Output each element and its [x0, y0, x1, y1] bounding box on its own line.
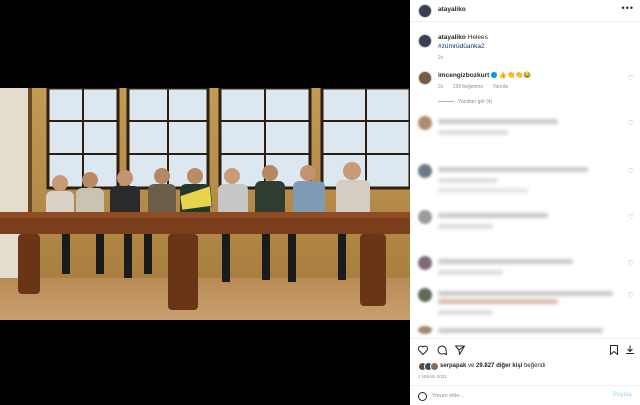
blurred-meta	[438, 188, 528, 193]
comment-heart-icon[interactable]: ♡	[628, 213, 634, 221]
emoji-icon[interactable]	[418, 392, 427, 401]
blurred-text	[438, 291, 613, 296]
comment-likes[interactable]: 159 beğenme	[453, 84, 484, 90]
commenter-username[interactable]: imcengizbozkurt	[438, 72, 489, 79]
comment-input[interactable]	[432, 390, 592, 402]
comment-heart-icon[interactable]: ♡	[628, 291, 634, 299]
comment-heart-icon[interactable]: ♡	[628, 259, 634, 267]
verified-icon	[491, 72, 498, 79]
likes-suffix: beğendi	[524, 363, 546, 369]
add-comment-bar: Paylaş	[410, 385, 640, 405]
commenter-avatar[interactable]	[418, 71, 432, 85]
blurred-meta	[438, 270, 503, 275]
author-username[interactable]: atayaliko	[438, 6, 466, 13]
comment-text: 👍👏👏😂	[498, 72, 532, 79]
post-photo[interactable]	[0, 88, 410, 320]
blurred-text	[438, 213, 548, 218]
blurred-avatar	[418, 256, 432, 270]
view-replies-button[interactable]: Yanıtları gör (4)	[438, 99, 492, 105]
post-side-panel: atayaliko ••• atayaliko Helees #zümrüdüa…	[410, 0, 640, 405]
share-icon[interactable]	[454, 344, 466, 356]
blurred-text	[438, 328, 603, 333]
ellipsis-icon[interactable]: •••	[622, 3, 634, 13]
blurred-text	[438, 259, 573, 264]
comment-icon[interactable]	[436, 344, 448, 356]
blurred-comment: ♡	[410, 210, 640, 244]
likes-connector: ve	[468, 363, 475, 369]
caption-time: 2s	[438, 55, 444, 61]
group-photo-image	[0, 88, 410, 320]
blurred-meta	[438, 178, 498, 183]
blurred-avatar	[418, 288, 432, 302]
caption-hashtag[interactable]: #zümrüdüanka2	[438, 43, 485, 50]
caption-avatar[interactable]	[418, 34, 432, 48]
bookmark-icon[interactable]	[608, 344, 620, 356]
caption-text: Helees	[467, 34, 488, 41]
instagram-post-modal: atayaliko ••• atayaliko Helees #zümrüdüa…	[0, 0, 640, 405]
post-actions-bar	[410, 338, 640, 358]
comment-heart-icon[interactable]: ♡	[628, 74, 634, 82]
post-comment-button[interactable]: Paylaş	[613, 392, 632, 398]
comment-heart-icon[interactable]: ♡	[628, 167, 634, 175]
blurred-comment: ♡	[410, 288, 640, 322]
download-icon[interactable]	[624, 344, 636, 356]
comment-line: imcengizbozkurt 👍👏👏😂	[438, 71, 531, 79]
blurred-text	[438, 299, 558, 304]
blurred-avatar	[418, 326, 432, 334]
post-date: 1 nisan 2021	[418, 374, 447, 379]
blurred-meta	[438, 130, 508, 135]
blurred-text	[438, 167, 588, 172]
author-avatar[interactable]	[418, 4, 432, 18]
likes-row: serpapak ve 29.827 diğer kişi beğendi	[410, 360, 640, 374]
likes-text[interactable]: serpapak ve 29.827 diğer kişi beğendi	[440, 363, 545, 369]
blurred-avatar	[418, 210, 432, 224]
comment-time: 2s	[438, 84, 444, 90]
blurred-comment: ♡	[410, 256, 640, 290]
heart-icon[interactable]	[417, 344, 429, 356]
blurred-meta	[438, 224, 493, 229]
view-replies-label: Yanıtları gör (4)	[458, 99, 493, 105]
comment-heart-icon[interactable]: ♡	[628, 119, 634, 127]
blurred-avatar	[418, 116, 432, 130]
comment-meta: 2s 159 beğenme Yanıtla	[438, 84, 516, 90]
blurred-comment: ♡	[410, 116, 640, 150]
post-header: atayaliko •••	[410, 0, 640, 22]
likes-count[interactable]: 29.827 diğer kişi	[476, 363, 522, 369]
caption-username[interactable]: atayaliko	[438, 34, 466, 41]
reply-button[interactable]: Yanıtla	[493, 84, 508, 90]
caption-line: atayaliko Helees	[438, 34, 488, 41]
blurred-comment	[410, 326, 640, 336]
blurred-text	[438, 119, 558, 124]
liker-avatar	[430, 362, 439, 371]
blurred-comment: ♡	[410, 164, 640, 198]
blurred-meta	[438, 310, 493, 315]
blurred-avatar	[418, 164, 432, 178]
liker-username[interactable]: serpapak	[440, 363, 466, 369]
